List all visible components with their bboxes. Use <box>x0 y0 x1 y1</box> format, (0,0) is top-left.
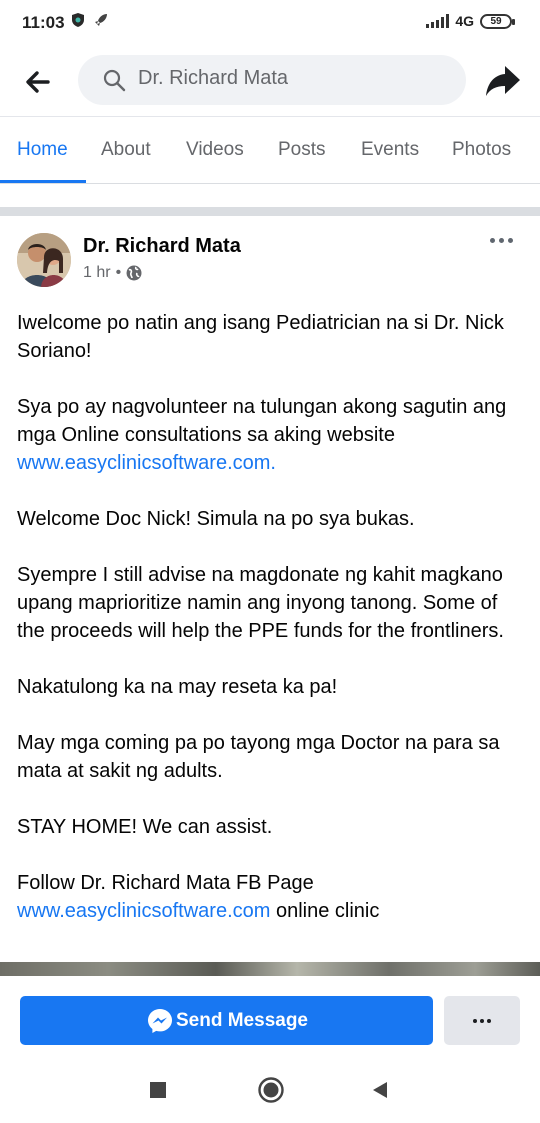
search-icon <box>103 69 126 92</box>
share-arrow-icon[interactable] <box>484 63 522 99</box>
status-right: 4G 59 <box>426 13 515 29</box>
tab-home[interactable]: Home <box>17 139 68 161</box>
post-author[interactable]: Dr. Richard Mata <box>83 235 241 258</box>
post-paragraph: Welcome Doc Nick! Simula na po sya bukas… <box>17 508 415 530</box>
battery-level: 59 <box>490 15 502 27</box>
search-bar[interactable]: Dr. Richard Mata <box>78 55 466 105</box>
meta-separator: • <box>115 264 122 281</box>
post-paragraph: Sya po ay nagvolunteer na tulungan akong… <box>17 393 527 477</box>
post-header: Dr. Richard Mata 1 hr • <box>0 216 540 296</box>
more-actions-button[interactable] <box>444 996 520 1045</box>
post-paragraph: Iwelcome po natin ang isang Pediatrician… <box>17 312 504 362</box>
status-bar: 11:03 4G 59 <box>0 0 540 46</box>
dot <box>490 238 495 243</box>
post-time[interactable]: 1 hr <box>83 264 111 282</box>
post-image-preview[interactable] <box>0 962 540 976</box>
post-paragraph: Syempre I still advise na magdonate ng k… <box>17 564 504 642</box>
tab-photos[interactable]: Photos <box>452 139 511 161</box>
tab-videos[interactable]: Videos <box>186 139 244 161</box>
post-paragraph: Follow Dr. Richard Mata FB Page www.easyc… <box>17 869 527 925</box>
avatar-photo <box>17 233 71 287</box>
search-header: Dr. Richard Mata <box>0 46 540 116</box>
post-meta: 1 hr • <box>83 264 142 282</box>
post-body: Iwelcome po natin ang isang Pediatrician… <box>17 309 527 953</box>
tab-events[interactable]: Events <box>361 139 419 161</box>
recent-apps-icon[interactable] <box>150 1082 166 1098</box>
send-message-label: Send Message <box>176 1010 308 1031</box>
post-paragraph: STAY HOME! We can assist. <box>17 816 273 838</box>
battery-icon: 59 <box>480 13 515 29</box>
page-tabs: Home About Videos Posts Events Photos <box>0 116 540 184</box>
post-paragraph: May mga coming pa po tayong mga Doctor n… <box>17 732 500 782</box>
post-text: Follow Dr. Richard Mata FB Page <box>17 872 314 894</box>
website-link[interactable]: www.easyclinicsoftware.com. <box>17 452 276 474</box>
globe-icon <box>126 265 142 281</box>
post-text: Sya po ay nagvolunteer na tulungan akong… <box>17 396 507 446</box>
dot <box>508 238 513 243</box>
search-input[interactable]: Dr. Richard Mata <box>138 67 288 90</box>
dot <box>473 1018 477 1023</box>
rocket-icon <box>95 14 107 26</box>
avatar[interactable] <box>17 233 71 287</box>
page-action-bar: Send Message <box>0 976 540 1058</box>
signal-strength-icon <box>426 14 450 28</box>
status-time: 11:03 <box>22 13 65 32</box>
active-tab-indicator <box>0 180 86 183</box>
section-divider <box>0 207 540 216</box>
tab-posts[interactable]: Posts <box>278 139 326 161</box>
website-link[interactable]: www.easyclinicsoftware.com <box>17 900 270 922</box>
dot <box>480 1018 484 1023</box>
post-paragraph: Nakatulong ka na may reseta ka pa! <box>17 676 338 698</box>
system-nav-bar <box>0 1058 540 1123</box>
dot <box>487 1018 491 1023</box>
dot <box>499 238 504 243</box>
home-icon[interactable] <box>258 1077 284 1103</box>
messenger-icon <box>148 1009 172 1033</box>
send-message-button[interactable]: Send Message <box>20 996 433 1045</box>
back-arrow-icon[interactable] <box>22 66 54 98</box>
tab-about[interactable]: About <box>101 139 151 161</box>
app-screen: 11:03 4G 59 Dr. Richard Mata Home About … <box>0 0 540 1123</box>
status-notification-icons <box>72 13 108 27</box>
shield-app-icon <box>72 13 84 27</box>
network-type: 4G <box>455 13 474 29</box>
back-triangle-icon[interactable] <box>370 1080 390 1100</box>
post-options-button[interactable] <box>490 238 516 250</box>
post-text: online clinic <box>275 900 380 922</box>
